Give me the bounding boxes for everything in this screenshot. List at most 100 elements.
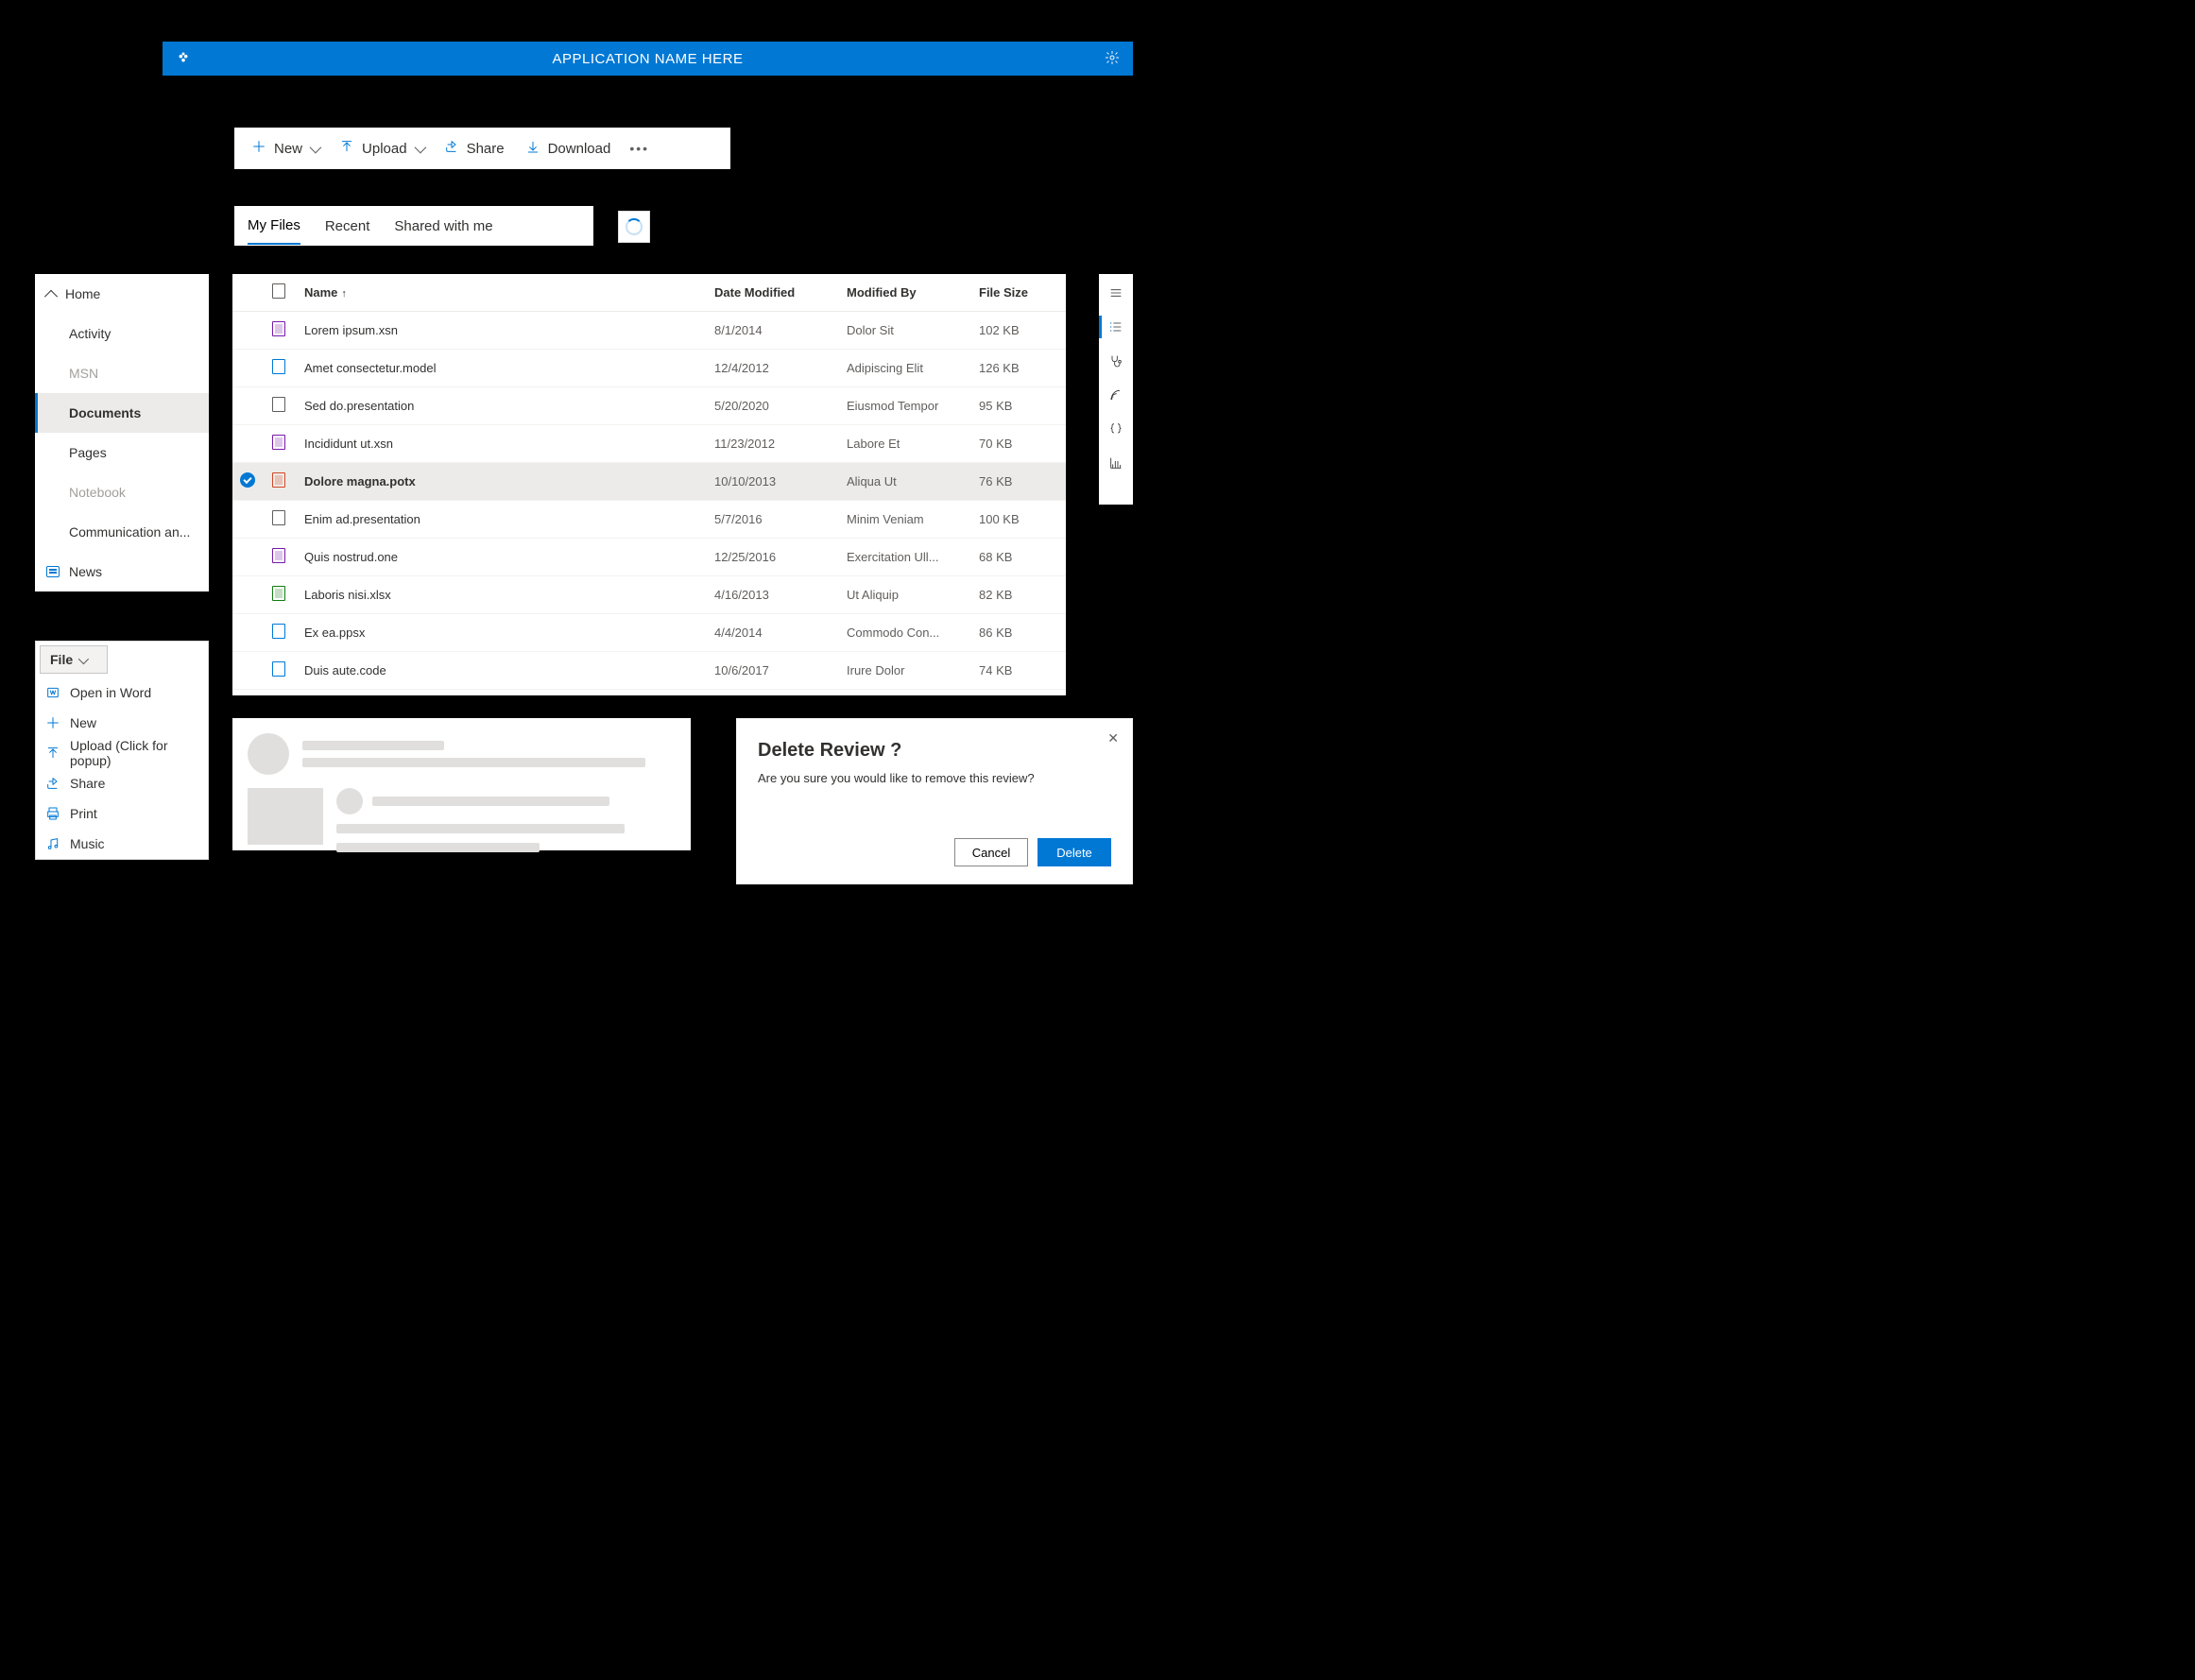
file-type-icon [272,397,285,412]
menu-item[interactable]: Open in Word [36,677,208,708]
tab-recent[interactable]: Recent [325,209,370,244]
file-modified-by: Adipiscing Elit [839,350,971,387]
menu-item[interactable]: Print [36,798,208,829]
nav-home-label: Home [65,286,100,301]
checkmark-icon[interactable] [240,472,255,488]
file-type-icon [272,661,285,677]
file-modified-by: Aliqua Ut [839,463,971,501]
file-modified-by: Labore Et [839,425,971,463]
table-row[interactable]: Sed do.presentation5/20/2020Eiusmod Temp… [232,387,1066,425]
file-modified-by: Eiusmod Tempor [839,387,971,425]
file-type-icon [272,586,285,601]
tabs: My Files Recent Shared with me [234,206,593,246]
file-modified: 8/1/2014 [707,312,839,350]
settings-gear-icon[interactable] [1105,50,1120,68]
rail-menu-icon[interactable] [1106,283,1125,302]
rail-braces-icon[interactable] [1106,420,1125,438]
file-type-icon [272,510,285,525]
menu-item[interactable]: New [36,708,208,738]
cancel-button[interactable]: Cancel [954,838,1028,866]
word-icon [45,685,60,700]
file-name: Amet consectetur.model [297,350,707,387]
dialog-title: Delete Review ? [758,740,1111,762]
file-name: Enim ad.presentation [297,501,707,539]
nav-news[interactable]: News [35,552,209,591]
rail-list-icon[interactable] [1106,317,1125,336]
col-name[interactable]: Name [297,274,707,312]
rail-stethoscope-icon[interactable] [1106,351,1125,370]
table-row[interactable]: Dolore magna.potx10/10/2013Aliqua Ut76 K… [232,463,1066,501]
file-size: 68 KB [971,539,1066,576]
upload-button[interactable]: Upload [332,133,431,163]
sidebar-item[interactable]: Pages [35,433,209,472]
file-name: Incididunt ut.xsn [297,425,707,463]
tab-shared[interactable]: Shared with me [394,209,492,244]
menu-item[interactable]: Share [36,768,208,798]
file-size: 100 KB [971,501,1066,539]
app-logo-icon [176,50,191,68]
nav-home[interactable]: Home [35,274,209,314]
menu-item-label: Print [70,806,97,821]
table-row[interactable]: Amet consectetur.model12/4/2012Adipiscin… [232,350,1066,387]
file-size: 126 KB [971,350,1066,387]
file-type-icon [272,548,285,563]
close-icon[interactable]: ✕ [1107,730,1119,746]
file-size: 102 KB [971,312,1066,350]
share-icon [45,776,60,791]
sidebar-item: MSN [35,353,209,393]
command-bar: New Upload Share Download ••• [234,128,730,169]
sidebar-item[interactable]: Activity [35,314,209,353]
file-menu-button[interactable]: File [40,645,108,674]
shimmer-placeholder [232,718,691,850]
rail-signal-icon[interactable] [1106,386,1125,404]
share-button[interactable]: Share [437,133,512,163]
table-row[interactable]: Lorem ipsum.xsn8/1/2014Dolor Sit102 KB [232,312,1066,350]
menu-item[interactable]: Music [36,829,208,859]
file-modified-by: Dolor Sit [839,312,971,350]
tab-my-files[interactable]: My Files [248,208,300,245]
upload-icon [339,139,354,158]
menu-item[interactable]: Upload (Click for popup) [36,738,208,768]
col-size[interactable]: File Size [971,274,1066,312]
new-button[interactable]: New [244,133,326,163]
download-button[interactable]: Download [518,133,619,163]
file-modified: 12/25/2016 [707,539,839,576]
new-label: New [274,141,302,157]
loading-spinner-icon [626,218,643,235]
file-size: 70 KB [971,425,1066,463]
menu-item-label: Open in Word [70,685,151,700]
file-size: 76 KB [971,463,1066,501]
table-row[interactable]: Quis nostrud.one12/25/2016Exercitation U… [232,539,1066,576]
spinner-container [618,211,650,243]
upload-icon [45,746,60,761]
chevron-down-icon [415,141,423,157]
table-row[interactable]: Duis aute.code10/6/2017Irure Dolor74 KB [232,652,1066,690]
table-row[interactable]: Enim ad.presentation5/7/2016Minim Veniam… [232,501,1066,539]
file-modified: 4/4/2014 [707,614,839,652]
file-type-icon [272,321,285,336]
file-modified-by: Commodo Con... [839,614,971,652]
file-modified: 5/20/2020 [707,387,839,425]
table-header-row: Name Date Modified Modified By File Size [232,274,1066,312]
delete-button[interactable]: Delete [1037,838,1111,866]
table-row[interactable]: Incididunt ut.xsn11/23/2012Labore Et70 K… [232,425,1066,463]
file-modified-by: Irure Dolor [839,652,971,690]
file-type-icon [272,435,285,450]
download-icon [525,139,540,158]
delete-dialog: ✕ Delete Review ? Are you sure you would… [736,718,1133,884]
table-row[interactable]: Ex ea.ppsx4/4/2014Commodo Con...86 KB [232,614,1066,652]
file-list: Name Date Modified Modified By File Size… [232,274,1066,695]
col-modified[interactable]: Date Modified [707,274,839,312]
rail-chart-icon[interactable] [1106,454,1125,472]
col-by[interactable]: Modified By [839,274,971,312]
table-row[interactable]: Laboris nisi.xlsx4/16/2013Ut Aliquip82 K… [232,576,1066,614]
file-modified: 12/4/2012 [707,350,839,387]
file-size: 86 KB [971,614,1066,652]
overflow-button[interactable]: ••• [624,141,655,156]
sidebar-item[interactable]: Documents [35,393,209,433]
print-icon [45,806,60,821]
sidebar-item[interactable]: Communication an... [35,512,209,552]
menu-item-label: Music [70,836,105,851]
file-name: Lorem ipsum.xsn [297,312,707,350]
chevron-down-icon [78,652,86,667]
